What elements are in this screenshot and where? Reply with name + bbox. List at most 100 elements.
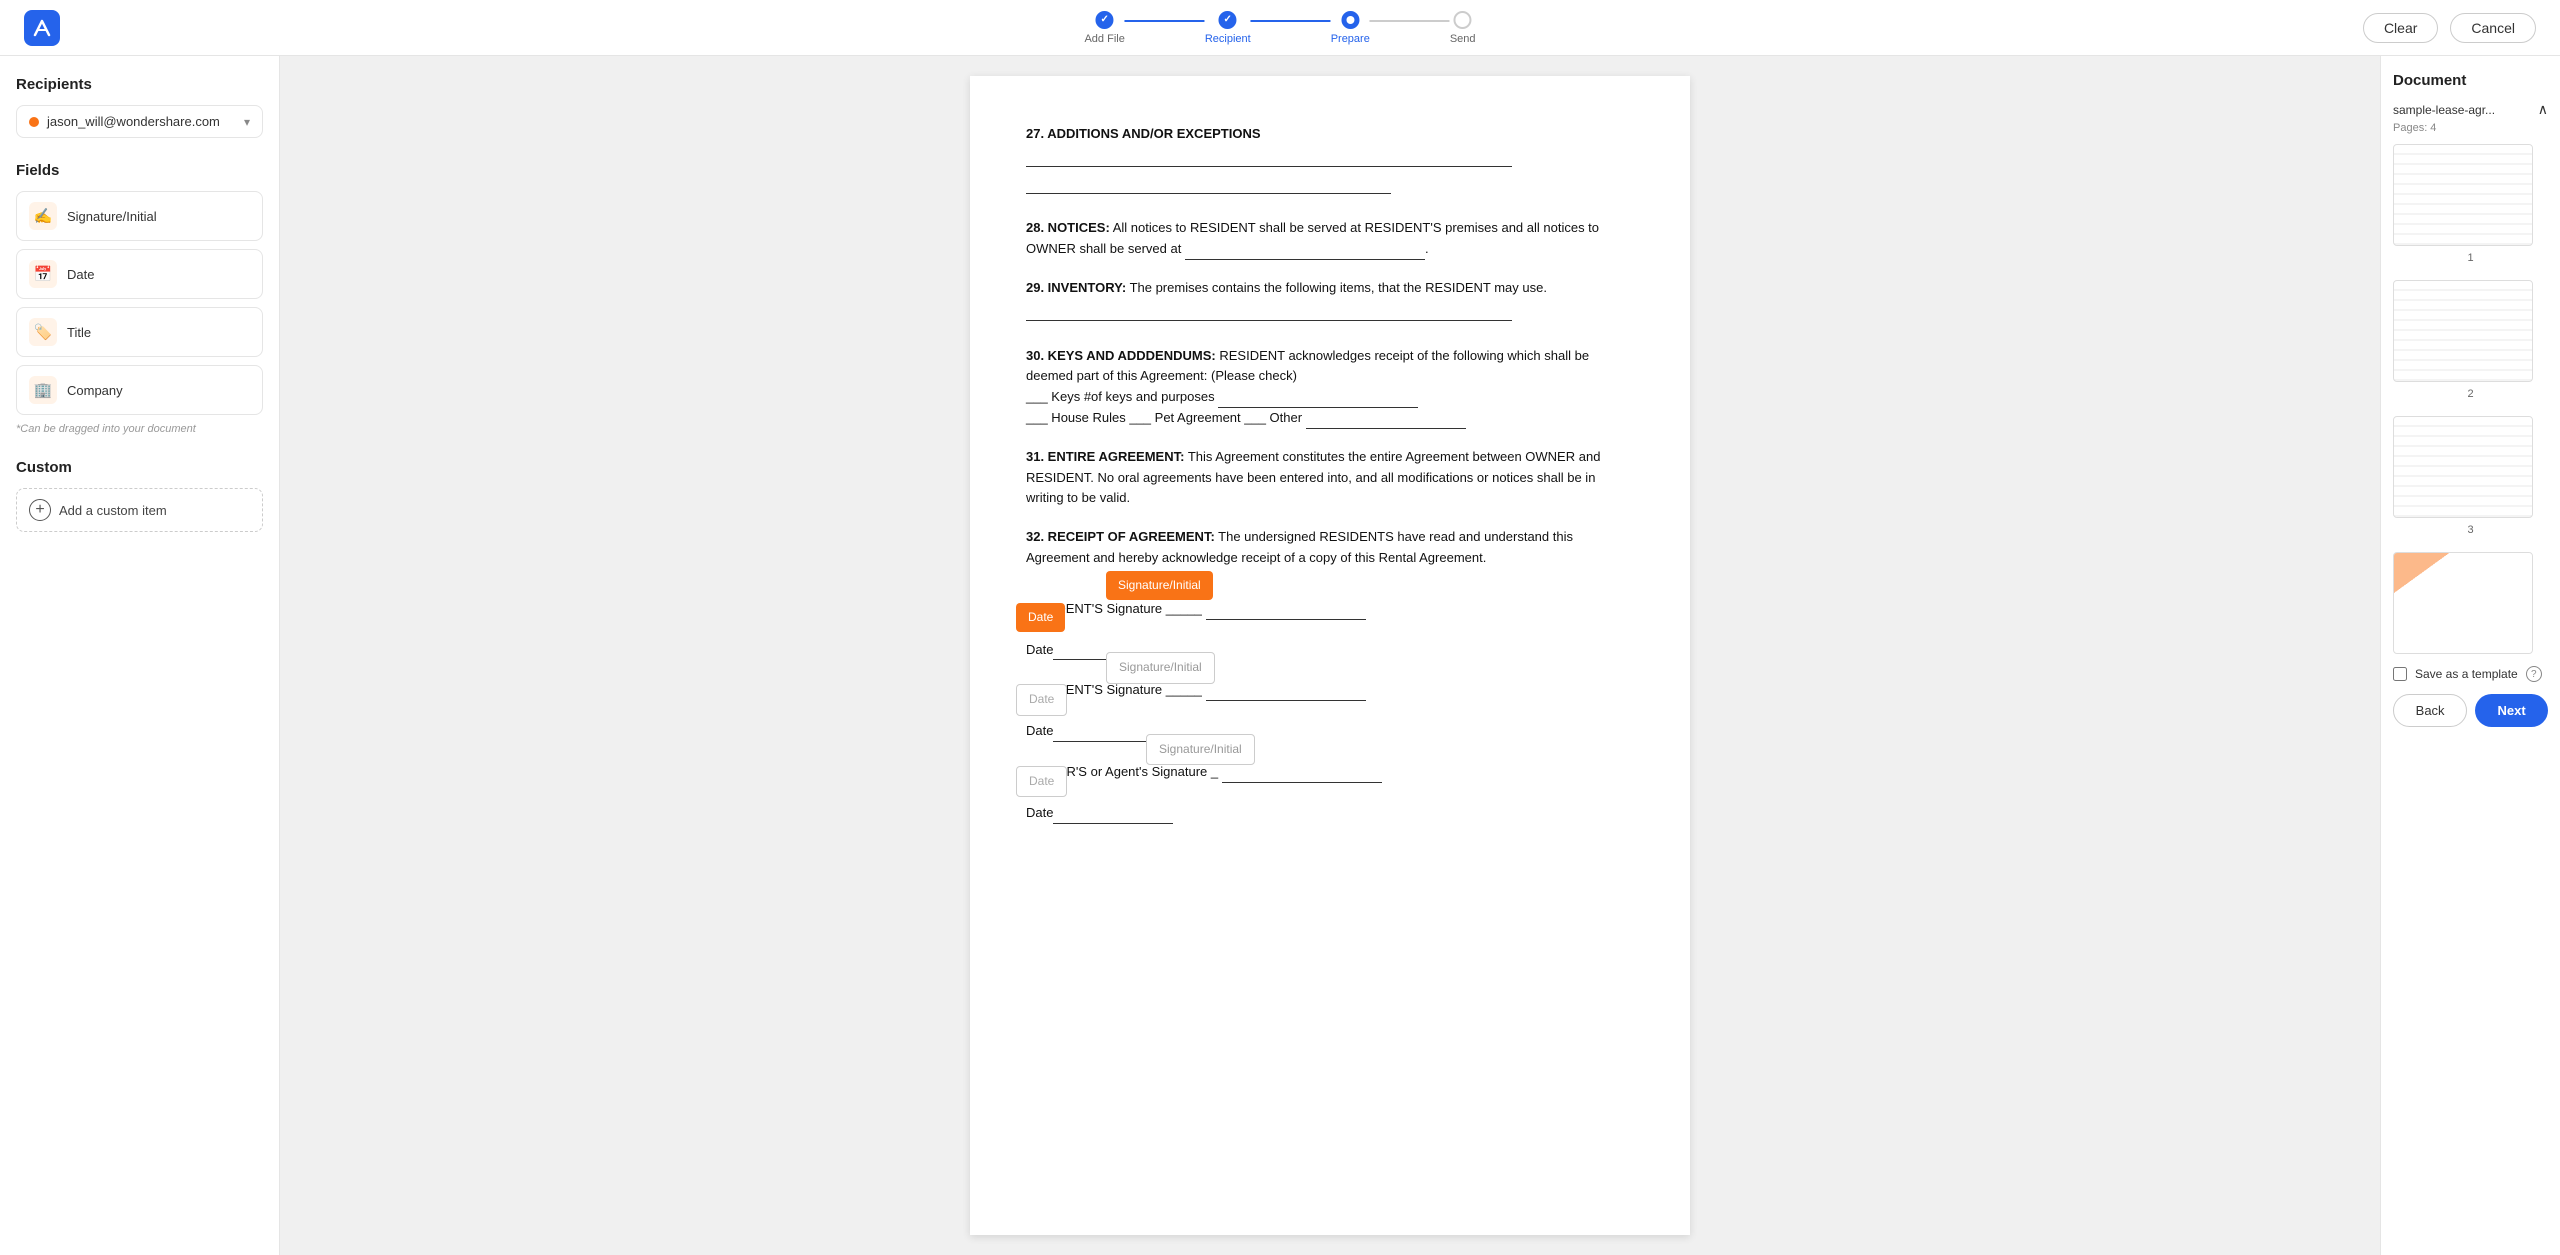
sig-row-1-left: RESIDENT'S Signature _____ Signature/Ini…: [1026, 599, 1366, 620]
sig-row-3: OWNER'S or Agent's Signature _ Signature…: [1026, 762, 1634, 783]
sig-row-3-left: OWNER'S or Agent's Signature _ Signature…: [1026, 762, 1382, 783]
next-button[interactable]: Next: [2475, 694, 2548, 727]
sig-row-3-date: Date: [1026, 803, 1634, 824]
doc-area: 27. ADDITIONS AND/OR EXCEPTIONS 28. NOTI…: [280, 56, 2380, 1255]
section-28-heading: 28. NOTICES:: [1026, 220, 1110, 235]
field-company[interactable]: 🏢 Company: [16, 365, 263, 415]
sig-row-2-date: Date: [1026, 721, 1634, 742]
doc-section-27: 27. ADDITIONS AND/OR EXCEPTIONS: [1026, 124, 1634, 200]
cancel-button[interactable]: Cancel: [2450, 13, 2536, 43]
sig-row-2: RESIDENT'S Signature _____ Signature/Ini…: [1026, 680, 1634, 701]
connector-3: [1370, 20, 1450, 22]
doc-section-30: 30. KEYS AND ADDDENDUMS: RESIDENT acknow…: [1026, 346, 1634, 429]
sig-row-1: RESIDENT'S Signature _____ Signature/Ini…: [1026, 599, 1634, 620]
clear-button[interactable]: Clear: [2363, 13, 2438, 43]
step-label-add-file: Add File: [1084, 33, 1124, 45]
recipient-dot: [29, 117, 39, 127]
signature-icon: ✍️: [29, 202, 57, 230]
back-button[interactable]: Back: [2393, 694, 2467, 727]
left-sidebar: Recipients jason_will@wondershare.com ▾ …: [0, 56, 280, 1255]
section-31-heading: 31. ENTIRE AGREEMENT:: [1026, 449, 1184, 464]
step-label-recipient: Recipient: [1205, 33, 1251, 45]
date-label-2: Date: [1026, 723, 1053, 738]
resident-sig-label-1: RESIDENT'S Signature _____: [1026, 601, 1202, 616]
drag-hint: *Can be dragged into your document: [16, 423, 263, 435]
step-send: Send: [1450, 11, 1476, 45]
save-template-checkbox[interactable]: [2393, 667, 2407, 681]
field-company-label: Company: [67, 383, 123, 398]
date-label-1: Date: [1026, 642, 1053, 657]
date-label-3: Date: [1026, 805, 1053, 820]
signature-badge-orange-1[interactable]: Signature/Initial: [1106, 571, 1213, 600]
add-custom-label: Add a custom item: [59, 503, 167, 518]
field-title[interactable]: 🏷️ Title: [16, 307, 263, 357]
doc-section-28: 28. NOTICES: All notices to RESIDENT sha…: [1026, 218, 1634, 260]
step-circle-add-file: [1096, 11, 1114, 29]
panel-btn-row: Back Next: [2393, 694, 2548, 727]
step-circle-recipient: [1219, 11, 1237, 29]
collapse-icon[interactable]: ∧: [2538, 101, 2548, 118]
doc-section-32: 32. RECEIPT OF AGREEMENT: The undersigne…: [1026, 527, 1634, 569]
custom-section: Custom + Add a custom item: [16, 459, 263, 532]
thumb-container-4[interactable]: [2393, 552, 2548, 654]
page-thumb-1[interactable]: [2393, 144, 2533, 246]
date-icon: 📅: [29, 260, 57, 288]
field-title-label: Title: [67, 325, 91, 340]
step-prepare: Prepare: [1331, 11, 1370, 45]
section-27-heading: 27. ADDITIONS AND/OR EXCEPTIONS: [1026, 126, 1261, 141]
step-label-prepare: Prepare: [1331, 33, 1370, 45]
custom-title: Custom: [16, 459, 263, 476]
document-panel-title: Document: [2393, 72, 2548, 89]
sig-row-2-left: RESIDENT'S Signature _____ Signature/Ini…: [1026, 680, 1366, 701]
section-32-heading: 32. RECEIPT OF AGREEMENT:: [1026, 529, 1215, 544]
step-add-file: Add File: [1084, 11, 1124, 45]
page-num-1: 1: [2393, 250, 2548, 268]
section-30-heading: 30. KEYS AND ADDDENDUMS:: [1026, 348, 1216, 363]
right-panel: Document sample-lease-agr... ∧ Pages: 4 …: [2380, 56, 2560, 1255]
chevron-down-icon: ▾: [244, 115, 250, 129]
page-num-2: 2: [2393, 386, 2548, 404]
connector-1: [1125, 20, 1205, 22]
page-thumb-2[interactable]: [2393, 280, 2533, 382]
topbar-actions: Clear Cancel: [2363, 13, 2536, 43]
recipient-selector[interactable]: jason_will@wondershare.com ▾: [16, 105, 263, 138]
doc-section-31: 31. ENTIRE AGREEMENT: This Agreement con…: [1026, 447, 1634, 509]
step-recipient: Recipient: [1205, 11, 1251, 45]
thumb-container-1[interactable]: 1: [2393, 144, 2548, 268]
connector-2: [1251, 20, 1331, 22]
doc-name-row: sample-lease-agr... ∧: [2393, 101, 2548, 118]
company-icon: 🏢: [29, 376, 57, 404]
page-num-3: 3: [2393, 522, 2548, 540]
topbar: Add File Recipient Prepare Send Clear Ca…: [0, 0, 2560, 56]
title-icon: 🏷️: [29, 318, 57, 346]
fields-title: Fields: [16, 162, 263, 179]
signature-area: RESIDENT'S Signature _____ Signature/Ini…: [1026, 599, 1634, 824]
doc-pages: Pages: 4: [2393, 122, 2548, 134]
step-circle-prepare: [1341, 11, 1359, 29]
doc-name: sample-lease-agr...: [2393, 103, 2495, 117]
plus-icon: +: [29, 499, 51, 521]
thumb-container-2[interactable]: 2: [2393, 280, 2548, 404]
stepper: Add File Recipient Prepare Send: [1084, 11, 1475, 45]
field-date[interactable]: 📅 Date: [16, 249, 263, 299]
help-icon[interactable]: ?: [2526, 666, 2542, 682]
step-circle-send: [1454, 11, 1472, 29]
document-page: 27. ADDITIONS AND/OR EXCEPTIONS 28. NOTI…: [970, 76, 1690, 1235]
app-logo: [24, 10, 60, 46]
section-29-heading: 29. INVENTORY:: [1026, 280, 1126, 295]
page-thumb-3[interactable]: [2393, 416, 2533, 518]
page-thumb-4[interactable]: [2393, 552, 2533, 654]
doc-section-29: 29. INVENTORY: The premises contains the…: [1026, 278, 1634, 328]
recipient-email: jason_will@wondershare.com: [47, 114, 236, 129]
resident-sig-label-2: RESIDENT'S Signature _____: [1026, 682, 1202, 697]
step-label-send: Send: [1450, 33, 1476, 45]
recipients-title: Recipients: [16, 76, 263, 93]
main-layout: Recipients jason_will@wondershare.com ▾ …: [0, 56, 2560, 1255]
add-custom-button[interactable]: + Add a custom item: [16, 488, 263, 532]
save-template-row: Save as a template ?: [2393, 666, 2548, 682]
field-signature-label: Signature/Initial: [67, 209, 157, 224]
sig-row-1-date: Date: [1026, 640, 1634, 661]
thumb-container-3[interactable]: 3: [2393, 416, 2548, 540]
fields-section: Fields ✍️ Signature/Initial 📅 Date 🏷️ Ti…: [16, 162, 263, 435]
field-signature[interactable]: ✍️ Signature/Initial: [16, 191, 263, 241]
